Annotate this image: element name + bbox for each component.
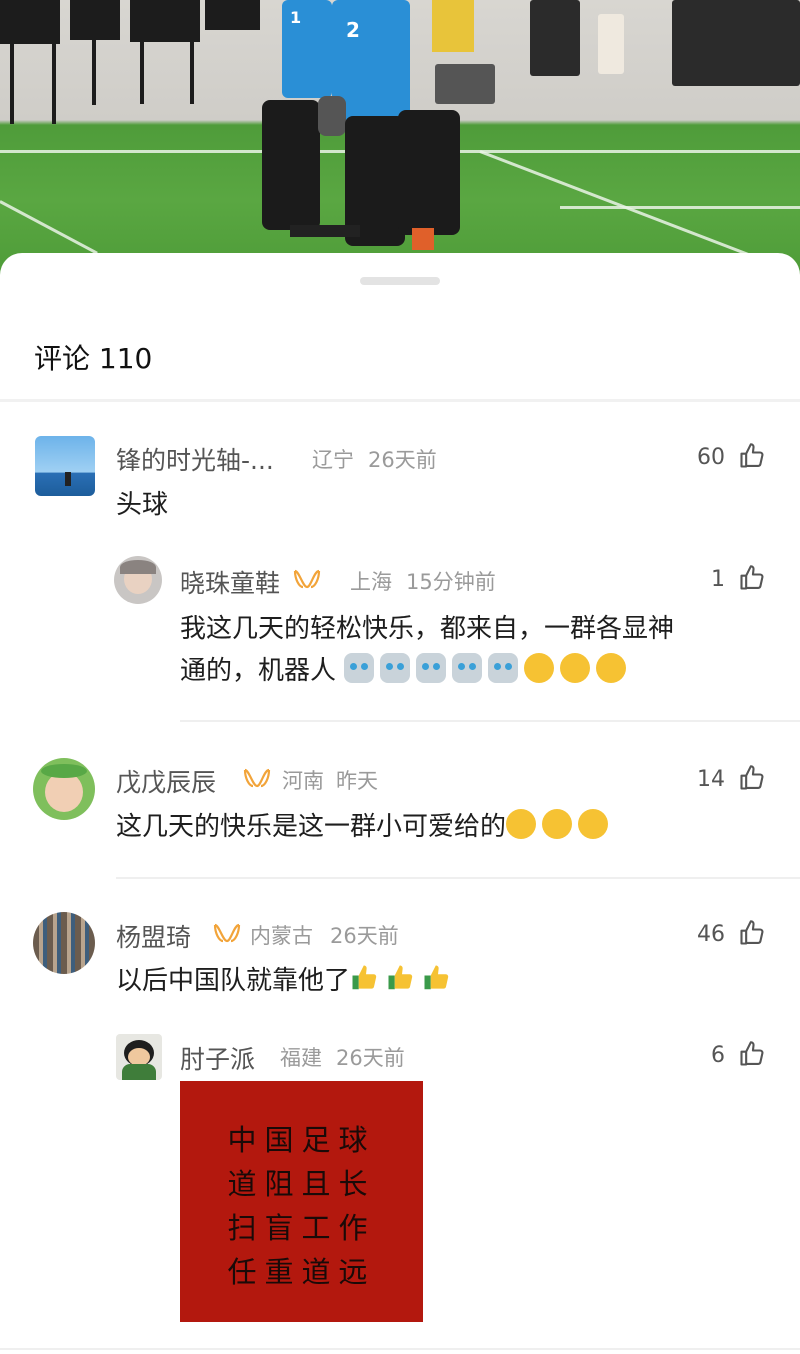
chair bbox=[205, 0, 260, 30]
robot-emoji-icon bbox=[452, 653, 483, 683]
laugh-cry-emoji-icon bbox=[560, 653, 591, 683]
comment-text-segment: 这几天的快乐是这一群小可爱给的 bbox=[116, 812, 507, 842]
thumbs-up-icon[interactable] bbox=[738, 1040, 766, 1068]
poster-text-line: 任重道远 bbox=[227, 1255, 376, 1289]
drag-handle[interactable] bbox=[360, 277, 440, 285]
field-line bbox=[0, 200, 98, 255]
comment-time: 26天前 bbox=[330, 924, 399, 948]
comment-author[interactable]: 戊戊辰辰 bbox=[116, 763, 216, 799]
laugh-cry-emoji-icon bbox=[542, 809, 573, 839]
divider bbox=[116, 877, 800, 879]
badge-icon bbox=[243, 768, 271, 788]
thumbs-up-emoji-icon bbox=[352, 965, 377, 990]
comment-location: 内蒙古 bbox=[250, 924, 313, 948]
divider bbox=[0, 1348, 800, 1350]
comment-text-line: 通的，机器人 bbox=[180, 650, 780, 692]
robot-emoji-icon bbox=[344, 653, 375, 683]
robot-emoji-icon bbox=[380, 653, 411, 683]
chair bbox=[52, 44, 56, 124]
chair bbox=[0, 0, 60, 44]
like-count: 46 bbox=[697, 922, 725, 947]
robot-emoji-icon bbox=[416, 653, 447, 683]
video-preview[interactable]: 1 2 bbox=[0, 0, 800, 290]
comment-author[interactable]: 肘子派 bbox=[180, 1040, 255, 1076]
like-count: 60 bbox=[697, 445, 725, 470]
chair bbox=[130, 0, 200, 42]
comment-text: 头球 bbox=[116, 490, 169, 520]
comment-text: 以后中国队就靠他了 bbox=[116, 960, 716, 1002]
chair bbox=[140, 42, 144, 104]
chair bbox=[190, 42, 194, 104]
comment-text-line: 我这几天的轻松快乐，都来自，一群各显神 bbox=[180, 614, 675, 644]
robot-leg bbox=[398, 110, 460, 235]
thumbs-up-icon[interactable] bbox=[738, 564, 766, 592]
avatar[interactable] bbox=[33, 758, 95, 820]
robot-emoji-icon bbox=[488, 653, 519, 683]
comment-author[interactable]: 锋的时光轴-... bbox=[116, 441, 274, 477]
laugh-cry-emoji-icon bbox=[578, 809, 609, 839]
thumbs-up-icon[interactable] bbox=[738, 764, 766, 792]
thumbs-up-emoji-icon bbox=[388, 965, 413, 990]
thumbs-up-emoji-icon bbox=[424, 965, 449, 990]
comment-location: 河南 bbox=[282, 769, 324, 793]
jersey-number: 2 bbox=[346, 18, 360, 42]
comment-time: 26天前 bbox=[336, 1046, 405, 1070]
divider bbox=[180, 720, 800, 722]
comment-text: 我这几天的轻松快乐，都来自，一群各显神 通的，机器人 bbox=[180, 608, 780, 692]
avatar[interactable] bbox=[35, 436, 95, 496]
badge-icon bbox=[213, 923, 241, 943]
laugh-cry-emoji-icon bbox=[506, 809, 537, 839]
comment-time: 26天前 bbox=[368, 448, 437, 472]
robot-foot bbox=[412, 228, 434, 250]
poster-text-line: 道阻且长 bbox=[227, 1167, 376, 1201]
robot-leg bbox=[262, 100, 320, 230]
comment-time: 昨天 bbox=[336, 769, 378, 793]
comment-image[interactable]: 中国足球 道阻且长 扫盲工作 任重道远 bbox=[180, 1081, 423, 1322]
equipment-case bbox=[435, 64, 495, 104]
avatar[interactable] bbox=[33, 912, 95, 974]
robot-leg bbox=[318, 96, 346, 136]
jersey-number: 1 bbox=[290, 8, 302, 27]
chair bbox=[92, 40, 96, 105]
thumbs-up-icon[interactable] bbox=[738, 919, 766, 947]
poster-text-line: 中国足球 bbox=[227, 1123, 376, 1157]
yellow-container bbox=[432, 0, 474, 52]
grin-emoji-icon bbox=[524, 653, 555, 683]
comment-author[interactable]: 杨盟琦 bbox=[116, 918, 191, 954]
chair bbox=[70, 0, 120, 40]
avatar[interactable] bbox=[114, 556, 162, 604]
comment-text-segment: 通的，机器人 bbox=[180, 656, 337, 686]
666-emoji-icon bbox=[596, 653, 627, 683]
chair bbox=[10, 44, 14, 124]
comment-text-segment: 以后中国队就靠他了 bbox=[116, 966, 351, 996]
field-line bbox=[560, 206, 800, 209]
equipment-cart bbox=[530, 0, 580, 76]
avatar[interactable] bbox=[116, 1034, 162, 1080]
like-count: 1 bbox=[711, 567, 725, 592]
equipment-case bbox=[672, 0, 800, 86]
badge-icon bbox=[293, 569, 321, 589]
comment-text: 这几天的快乐是这一群小可爱给的 bbox=[116, 806, 716, 848]
poster-text-line: 扫盲工作 bbox=[227, 1211, 376, 1245]
comment-time: 15分钟前 bbox=[406, 570, 496, 594]
comment-author[interactable]: 晓珠童鞋 bbox=[180, 564, 280, 600]
comments-title: 评论 110 bbox=[34, 342, 153, 375]
like-count: 14 bbox=[697, 767, 725, 792]
person-legs bbox=[598, 14, 624, 74]
comment-location: 上海 bbox=[350, 570, 392, 594]
thumbs-up-icon[interactable] bbox=[738, 442, 766, 470]
header-divider bbox=[0, 399, 800, 402]
comment-location: 福建 bbox=[280, 1046, 322, 1070]
comment-location: 辽宁 bbox=[312, 448, 354, 472]
like-count: 6 bbox=[711, 1043, 725, 1068]
robot-foot bbox=[290, 225, 360, 237]
